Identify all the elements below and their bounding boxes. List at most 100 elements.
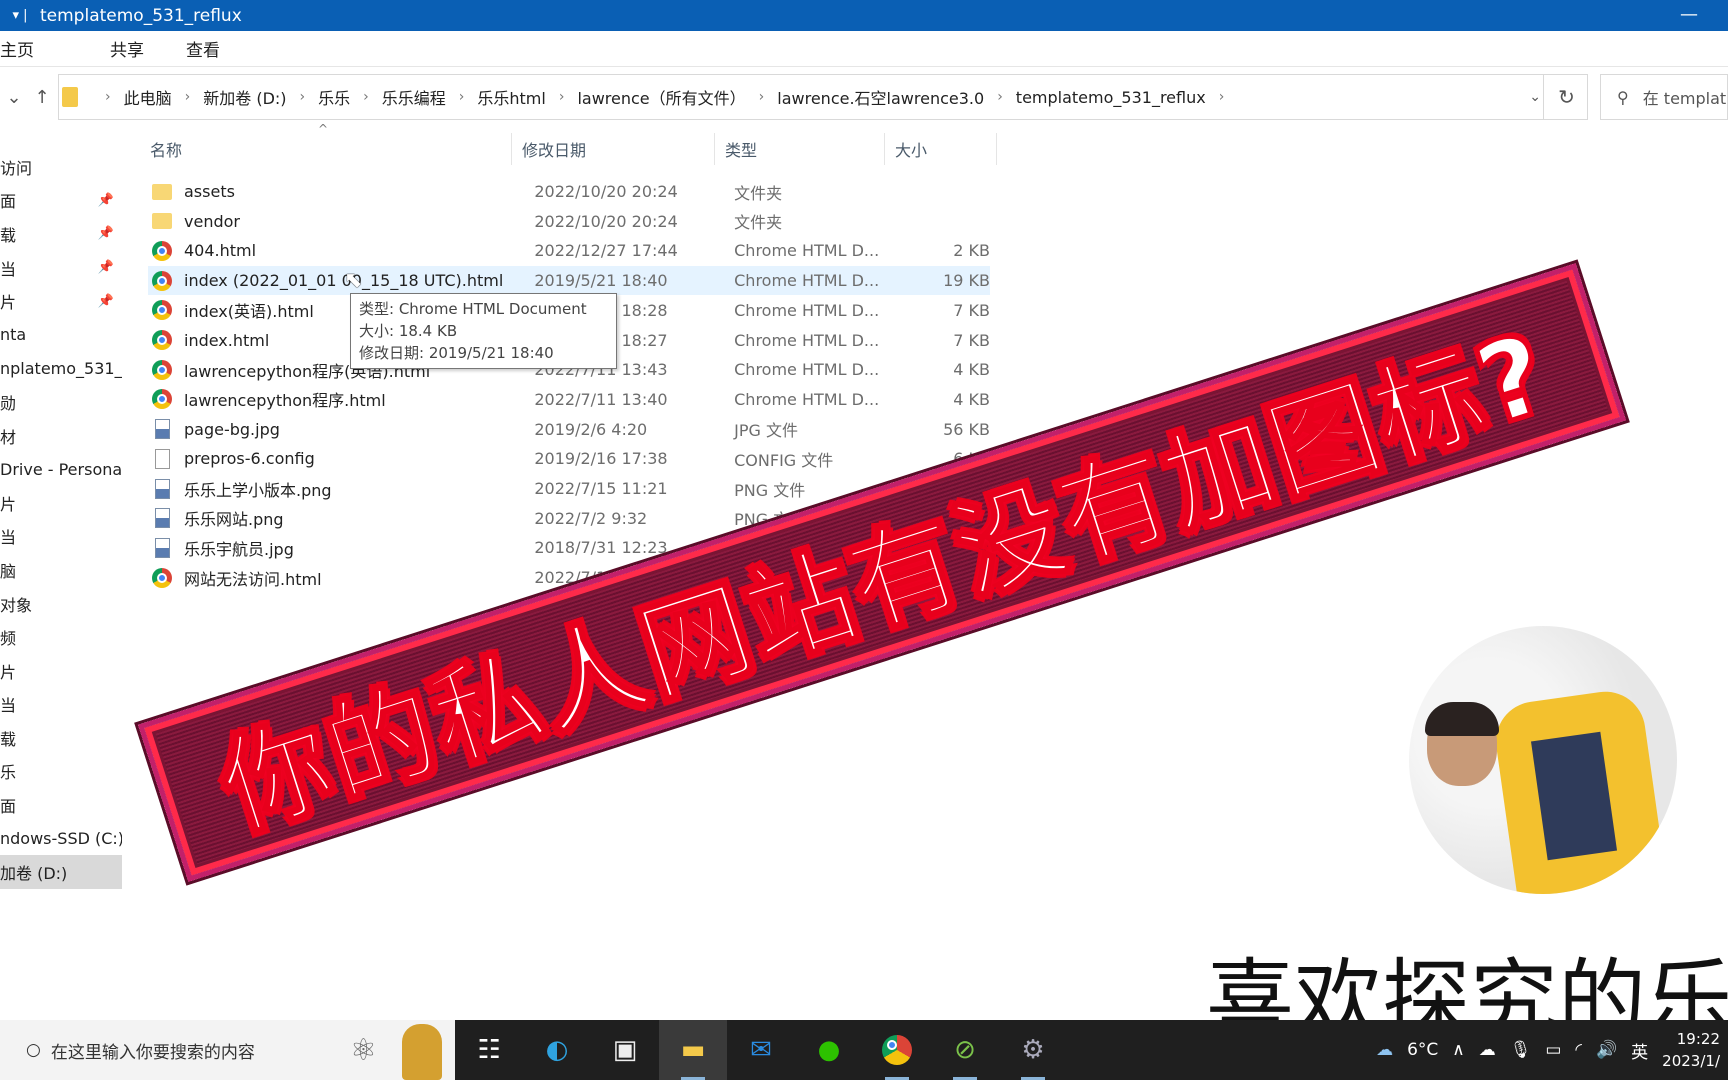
file-explorer-icon[interactable]: ▬ [659,1020,727,1080]
microphone-icon[interactable]: 🎙 [1510,1040,1532,1060]
sidebar-item[interactable]: 载 📌 [0,217,122,251]
sidebar-item[interactable]: nplatemo_531_r [0,352,122,386]
breadcrumb-item[interactable]: lawrence.石空lawrence3.0 [777,85,984,109]
battery-icon[interactable]: ▭ [1545,1040,1561,1060]
clock[interactable]: 19:22 2023/1/ [1662,1028,1720,1072]
onedrive-icon[interactable]: ☁ [1479,1040,1496,1060]
quick-access-dropdown-icon[interactable]: ▾ | [0,8,40,23]
sidebar-item[interactable]: 片 [0,654,122,688]
column-type[interactable]: 类型 [715,133,885,165]
file-date: 2019/2/6 4:20 [534,419,648,439]
volume-icon[interactable]: 🔊 [1596,1040,1617,1060]
breadcrumb-item[interactable]: 乐乐编程 [382,85,446,109]
wifi-icon[interactable]: ◜ [1575,1040,1582,1060]
sidebar-item[interactable]: 勋 [0,385,122,419]
breadcrumb[interactable]: › 此电脑 › 新加卷 (D:) › 乐乐 › 乐乐编程 › 乐乐html › lawrence（所有… [58,74,1588,120]
sidebar-item[interactable]: nta [0,318,122,352]
sidebar-item[interactable]: 当 [0,520,122,554]
sidebar-item[interactable]: 面 [0,788,122,822]
sidebar-item-label: 乐 [0,763,17,783]
sidebar-item-label: 当 [0,696,17,716]
chevron-right-icon[interactable]: › [997,89,1003,105]
sidebar-item[interactable]: 片 [0,486,122,520]
up-arrow-icon[interactable]: ↑ [34,87,49,108]
sidebar-item[interactable]: 对象 [0,587,122,621]
chevron-right-icon[interactable]: › [1219,89,1225,105]
file-name: lawrencepython程序.html [184,391,386,411]
file-row[interactable]: index (2022_01_01 00_15_18 UTC).html 201… [148,266,990,296]
file-size: 56 KB [943,419,990,439]
sidebar-item-label: 面 [0,192,17,212]
bot-app-icon[interactable]: ⚙ [999,1020,1067,1080]
mail-icon[interactable]: ✉ [727,1020,795,1080]
chrome-icon[interactable] [863,1020,931,1080]
task-view-icon[interactable]: ☷ [455,1020,523,1080]
sidebar-item[interactable]: 载 [0,721,122,755]
sidebar-item[interactable]: 脑 [0,553,122,587]
column-name[interactable]: 名称 [140,133,512,165]
breadcrumb-item[interactable]: lawrence（所有文件） [577,85,745,109]
sidebar-item[interactable]: ndows-SSD (C:) [0,822,122,856]
minimize-button[interactable]: — [1680,4,1698,25]
tooltip-modified: 修改日期: 2019/5/21 18:40 [359,344,554,362]
breadcrumb-item[interactable]: 新加卷 (D:) [203,85,286,109]
recent-dropdown-icon[interactable]: ⌄ [6,87,21,108]
breadcrumb-item[interactable]: 乐乐html [477,85,545,109]
file-row[interactable]: lawrencepython程序.html 2022/7/11 13:40 Ch… [148,385,990,414]
chevron-right-icon[interactable]: › [185,89,191,105]
file-type: Chrome HTML D... [734,271,880,291]
edge-icon[interactable]: ◐ [523,1020,591,1080]
atom-icon[interactable]: ⚛ [350,1033,377,1068]
wechat-icon[interactable]: ● [795,1020,863,1080]
file-row[interactable]: vendor 2022/10/20 20:24 文件夹 [148,207,990,236]
column-size[interactable]: 大小 [885,133,997,165]
chevron-right-icon[interactable]: › [105,89,111,105]
image-file-icon [155,537,170,558]
folder-file-icon [152,213,172,230]
taskbar-search-input[interactable]: ○ 在这里输入你要搜索的内容 ⚛ [0,1020,455,1080]
chevron-right-icon[interactable]: › [759,89,765,105]
sidebar-item[interactable]: 频 [0,620,122,654]
tab-home[interactable]: 主页 [0,36,34,61]
chevron-right-icon[interactable]: › [363,89,369,105]
sidebar-item[interactable]: Drive - Persona [0,452,122,486]
file-name: 乐乐网站.png [184,510,284,530]
chevron-right-icon[interactable]: › [559,89,565,105]
tab-share[interactable]: 共享 [110,36,144,61]
tab-view[interactable]: 查看 [186,36,220,61]
file-row[interactable]: page-bg.jpg 2019/2/6 4:20 JPG 文件 56 KB [148,415,990,444]
sidebar-item[interactable]: 当 📌 [0,251,122,285]
folder-icon [62,87,78,107]
refresh-icon[interactable]: ↻ [1543,74,1589,120]
leaf-app-icon[interactable]: ⊘ [931,1020,999,1080]
sidebar-item-label: 面 [0,797,17,817]
pin-icon: 📌 [97,226,114,242]
weather-temp[interactable]: 6°C [1407,1040,1438,1060]
sidebar-item[interactable]: 当 [0,688,122,722]
sidebar-item[interactable]: 材 [0,419,122,453]
breadcrumb-item[interactable]: 此电脑 [124,85,172,109]
address-row: ⌄ ↑ › 此电脑 › 新加卷 (D:) › 乐乐 › 乐乐编程 › 乐乐html › lawrence… [0,73,1728,121]
chevron-right-icon[interactable]: › [300,89,306,105]
file-row[interactable]: 404.html 2022/12/27 17:44 Chrome HTML D.… [148,236,990,265]
search-input[interactable]: ⚲ 在 templatemo_531_reflux [1600,74,1728,120]
cloud-weather-icon[interactable]: ☁ [1376,1040,1393,1060]
column-date[interactable]: 修改日期 [512,133,715,165]
sidebar-item[interactable]: 加卷 (D:) [0,855,122,890]
sidebar-item[interactable]: 片 📌 [0,284,122,318]
breadcrumb-item[interactable]: 乐乐 [318,85,350,109]
sidebar-item[interactable]: 面 📌 [0,184,122,218]
chevron-right-icon[interactable]: › [459,89,465,105]
file-row[interactable]: prepros-6.config 2019/2/16 17:38 CONFIG … [148,444,990,473]
chevron-down-icon[interactable]: ⌄ [1529,89,1541,105]
chevron-up-icon[interactable]: ∧ [1452,1040,1464,1060]
ime-indicator[interactable]: 英 [1631,1038,1648,1063]
store-icon[interactable]: ▣ [591,1020,659,1080]
breadcrumb-item[interactable]: templatemo_531_reflux [1016,88,1206,107]
sidebar-item[interactable]: 访问 [0,150,122,184]
file-row[interactable]: assets 2022/10/20 20:24 文件夹 [148,177,990,206]
tooltip-type: 类型: Chrome HTML Document [359,300,587,318]
robot-icon[interactable] [402,1024,442,1080]
sidebar-item[interactable]: 乐 [0,755,122,789]
file-file-icon [155,448,170,469]
